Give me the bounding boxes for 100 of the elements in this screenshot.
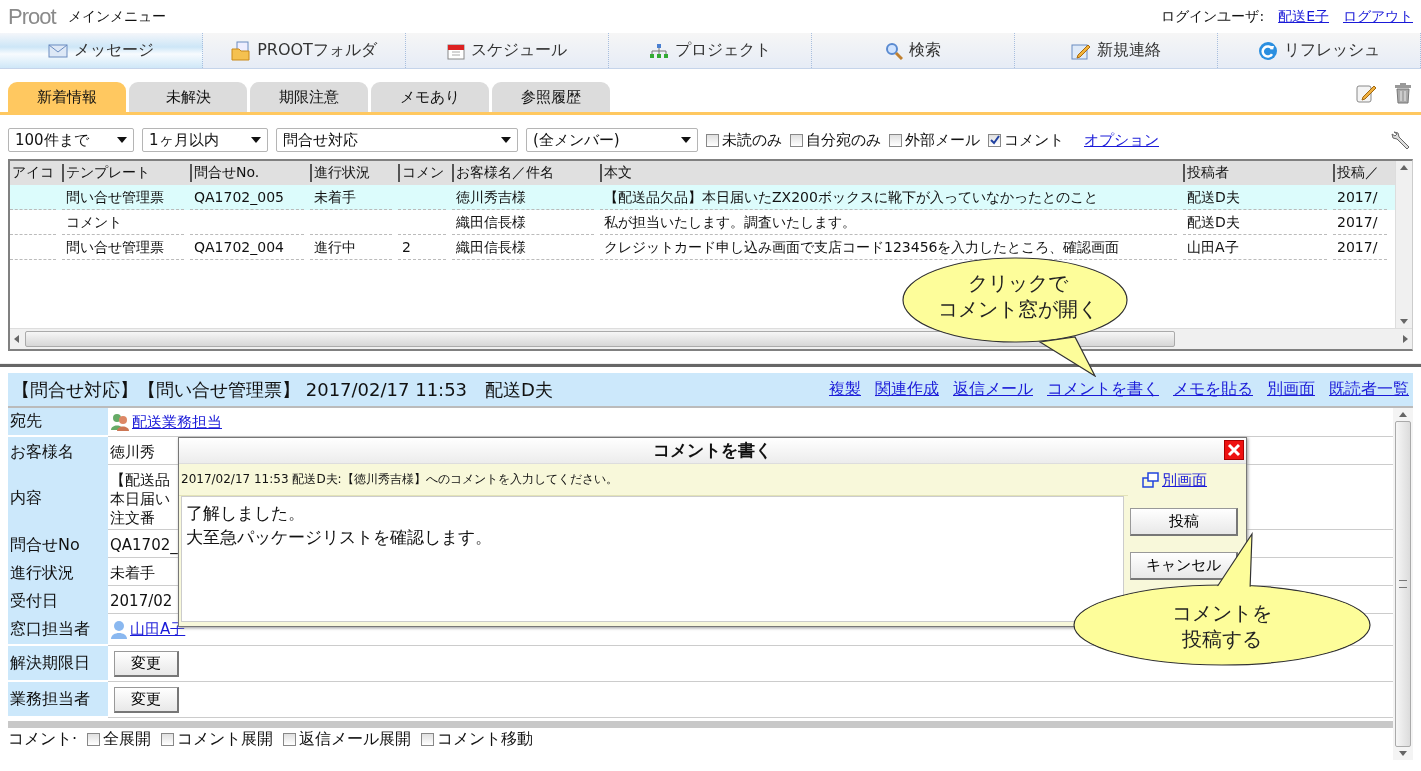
checkbox[interactable] (161, 732, 175, 746)
new-window-icon[interactable] (1142, 472, 1160, 488)
tab[interactable]: 参照履歴 (492, 82, 610, 112)
table-cell: 徳川秀吉様 (456, 189, 526, 205)
nav-item[interactable]: リフレッシュ (1218, 33, 1421, 68)
table-cell: 【配送品欠品】本日届いたZX200ボックスに靴下が入っていなかったとのこと (604, 189, 1098, 205)
tab[interactable]: 新着情報 (8, 82, 126, 112)
column-header[interactable]: 問合せNo. (190, 164, 310, 182)
action-link[interactable]: 既読者一覧 (1329, 379, 1409, 400)
nav-item[interactable]: メッセージ (0, 33, 203, 68)
field-label: 進行状況 (10, 562, 74, 584)
comment-field[interactable]: 了解しました。 大至急パッケージリストを確認します。 (181, 496, 1124, 622)
action-link[interactable]: メモを貼る (1173, 379, 1253, 400)
nav-item[interactable]: 新規連絡 (1015, 33, 1218, 68)
nav-item[interactable]: プロジェクト (609, 33, 812, 68)
callout-text: 投稿する (1182, 627, 1262, 651)
checkbox[interactable] (790, 133, 803, 147)
tab[interactable]: 未解決 (129, 82, 247, 112)
checkbox-label: 返信メール展開 (299, 728, 412, 750)
checkbox[interactable] (988, 133, 1001, 147)
nav-item[interactable]: スケジュール (406, 33, 609, 68)
option-link[interactable]: オプション (1084, 130, 1159, 150)
calendar-icon (447, 41, 465, 60)
field-value: 2017/02 (110, 592, 173, 611)
folder-icon (231, 40, 252, 61)
table-row[interactable]: 問い合せ管理票 QA1702_005 未着手 徳川秀吉様 【配送品欠品】本日届いたZX200ボックスに靴下が入っていなかったとのこと 配送D夫 2017/ (10, 185, 1395, 210)
table-cell: 2017/ (1337, 189, 1378, 205)
recipient-link[interactable]: 配送業務担当 (132, 412, 222, 432)
action-link[interactable]: 別画面 (1267, 379, 1315, 400)
new-window-link[interactable]: 別画面 (1162, 470, 1207, 490)
nav-item[interactable]: 検索 (812, 33, 1015, 68)
trash-icon[interactable] (1393, 81, 1413, 104)
field-value: QA1702_ (110, 536, 178, 555)
change-button[interactable]: 変更 (114, 650, 179, 677)
scrollbar[interactable] (1393, 408, 1413, 760)
action-link[interactable]: 返信メール (953, 379, 1033, 400)
action-link[interactable]: 複製 (829, 379, 861, 400)
dropdown[interactable]: 1ヶ月以内 (142, 128, 268, 152)
search-icon (885, 41, 903, 60)
column-header[interactable]: 投稿者 (1183, 164, 1333, 182)
field-label: 内容 (10, 488, 42, 509)
table-cell: 私が担当いたします。調査いたします。 (604, 214, 856, 230)
column-header[interactable]: お客様名／件名 (452, 164, 600, 182)
scrollbar[interactable] (1395, 161, 1412, 328)
checkbox-label: コメント展開 (177, 728, 274, 750)
user-link[interactable]: 配送E子 (1278, 7, 1329, 26)
dialog-button[interactable]: キャンセル (1130, 552, 1238, 580)
callout-text: コメント窓が開く (938, 297, 1098, 321)
page-title: メインメニュー (67, 7, 166, 26)
column-header[interactable]: 進行状況 (310, 164, 398, 182)
column-header[interactable]: テンプレート (62, 164, 190, 182)
table-cell: 進行中 (314, 239, 356, 255)
field-value: 【配送品 (110, 470, 170, 490)
dropdown[interactable]: 100件まで (8, 128, 134, 152)
field-label: 窓口担当者 (10, 618, 90, 640)
logout-link[interactable]: ログアウト (1343, 7, 1413, 26)
field-label: 問合せNo (10, 534, 80, 556)
table-cell: QA1702_005 (194, 189, 284, 205)
checkbox[interactable] (889, 133, 902, 147)
table-cell: 問い合せ管理票 (66, 189, 164, 205)
dialog-button[interactable]: 投稿 (1130, 508, 1238, 536)
column-header[interactable]: 本文 (600, 164, 1183, 182)
field-label: お客様名 (10, 441, 74, 463)
checkbox[interactable] (421, 732, 435, 746)
action-link[interactable]: コメントを書く (1047, 379, 1159, 400)
table-cell: 織田信長様 (456, 214, 526, 230)
table-cell: 未着手 (314, 189, 356, 205)
table-cell: QA1702_004 (194, 239, 284, 255)
tab[interactable]: メモあり (371, 82, 489, 112)
column-header[interactable]: 投稿／ (1333, 164, 1393, 182)
checkbox[interactable] (283, 732, 297, 746)
tab[interactable]: 期限注意 (250, 82, 368, 112)
person-icon (110, 619, 128, 640)
table-cell: 2 (402, 239, 411, 255)
logo: Proot (8, 3, 56, 30)
scrollbar[interactable] (10, 328, 1412, 349)
envelope-icon (48, 43, 68, 58)
close-button[interactable] (1224, 440, 1244, 460)
dropdown[interactable]: (全メンバー) (526, 128, 698, 152)
refresh-icon (1258, 40, 1278, 61)
login-label: ログインユーザ: (1161, 7, 1265, 26)
action-link[interactable]: 関連作成 (875, 379, 939, 400)
table-cell: 配送D夫 (1187, 214, 1240, 230)
nav-item[interactable]: PROOTフォルダ (203, 33, 406, 68)
column-header[interactable]: コメン (398, 164, 452, 182)
checkbox-label: コメント移動 (437, 728, 534, 750)
table-cell: 織田信長様 (456, 239, 526, 255)
field-value: 注文番 (110, 508, 155, 528)
dropdown[interactable]: 問合せ対応 (276, 128, 518, 152)
field-value: 徳川秀 (110, 443, 155, 462)
expand-label: コメント· (8, 728, 78, 750)
column-header[interactable]: アイコ (10, 164, 62, 182)
change-button[interactable]: 変更 (114, 686, 179, 713)
table-row[interactable]: コメント 織田信長様 私が担当いたします。調査いたします。 配送D夫 2017/ (10, 210, 1395, 235)
checkbox[interactable] (87, 732, 101, 746)
notepad-pencil-icon (1071, 41, 1091, 60)
checkbox-label: 未読のみ (722, 130, 782, 150)
group-icon (110, 412, 130, 432)
dialog-title: コメントを書く (653, 439, 772, 462)
checkbox[interactable] (706, 133, 719, 147)
